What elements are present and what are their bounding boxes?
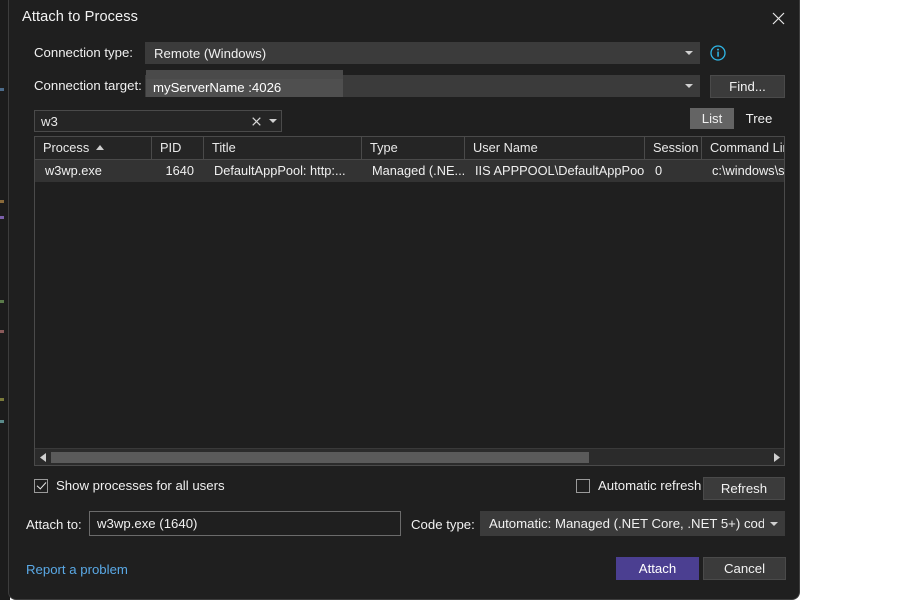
code-type-value: Automatic: Managed (.NET Core, .NET 5+) … <box>481 516 764 531</box>
scrollbar-thumb[interactable] <box>51 452 589 463</box>
checkbox-box <box>576 479 590 493</box>
refresh-button-label: Refresh <box>721 481 767 496</box>
code-type-label: Code type: <box>411 517 475 532</box>
scrollbar-track[interactable] <box>51 449 768 466</box>
connection-type-combobox[interactable]: Remote (Windows) <box>145 42 700 64</box>
column-header-session[interactable]: Session <box>645 137 702 159</box>
column-header-process[interactable]: Process <box>35 137 152 159</box>
connection-type-label: Connection type: <box>34 45 133 60</box>
automatic-refresh-checkbox[interactable]: Automatic refresh <box>576 478 701 493</box>
search-input-value: w3 <box>35 114 247 129</box>
column-header-commandline-label: Command Line <box>710 140 785 155</box>
column-header-username[interactable]: User Name <box>465 137 645 159</box>
code-type-combobox[interactable]: Automatic: Managed (.NET Core, .NET 5+) … <box>480 511 785 536</box>
refresh-button[interactable]: Refresh <box>703 477 785 500</box>
connection-type-value: Remote (Windows) <box>146 46 679 61</box>
sort-ascending-icon <box>96 145 104 150</box>
column-header-type[interactable]: Type <box>362 137 465 159</box>
report-a-problem-link[interactable]: Report a problem <box>26 562 128 577</box>
column-header-session-label: Session <box>653 140 699 155</box>
horizontal-scrollbar[interactable] <box>35 448 784 465</box>
search-input[interactable]: w3 <box>34 110 282 132</box>
attach-to-value: w3wp.exe (1640) <box>97 516 197 531</box>
view-toggle-list[interactable]: List <box>690 108 734 129</box>
attach-to-label: Attach to: <box>26 517 82 532</box>
attach-button-label: Attach <box>639 561 676 576</box>
column-header-pid-label: PID <box>160 140 181 155</box>
table-row[interactable]: w3wp.exe 1640 DefaultAppPool: http:... M… <box>35 160 784 182</box>
process-list: Process PID Title Type User Name Session <box>34 136 785 466</box>
view-toggle-tree-label: Tree <box>746 111 773 126</box>
scroll-right-icon[interactable] <box>768 449 784 466</box>
close-icon[interactable] <box>765 6 791 30</box>
column-header-process-label: Process <box>43 140 89 155</box>
column-header-commandline[interactable]: Command Line <box>702 137 785 159</box>
screen: Attach to Process Connection type: Remot… <box>0 0 912 600</box>
chevron-down-icon[interactable] <box>265 119 281 123</box>
checkbox-box <box>34 479 48 493</box>
cancel-button-label: Cancel <box>724 561 765 576</box>
connection-target-value: myServerName :4026 <box>153 79 281 97</box>
dialog-title: Attach to Process <box>22 9 138 25</box>
cell-process: w3wp.exe <box>35 160 152 182</box>
cell-username: IIS APPPOOL\DefaultAppPool <box>465 160 645 182</box>
find-button-label: Find... <box>729 79 766 94</box>
cell-commandline: c:\windows\system <box>702 160 785 182</box>
connection-target-label: Connection target: <box>34 78 142 93</box>
show-all-users-label: Show processes for all users <box>56 478 225 493</box>
show-all-users-checkbox[interactable]: Show processes for all users <box>34 478 225 493</box>
chevron-down-icon <box>679 51 699 55</box>
view-toggle-tree[interactable]: Tree <box>736 108 782 129</box>
cell-pid: 1640 <box>152 160 204 182</box>
clear-icon[interactable] <box>247 117 265 126</box>
cell-title: DefaultAppPool: http:... <box>204 160 362 182</box>
attach-button[interactable]: Attach <box>616 557 699 580</box>
column-header-type-label: Type <box>370 140 398 155</box>
cancel-button[interactable]: Cancel <box>703 557 786 580</box>
column-header-title[interactable]: Title <box>204 137 362 159</box>
chevron-down-icon <box>679 84 699 88</box>
view-toggle-list-label: List <box>702 111 723 126</box>
cell-type: Managed (.NE... <box>362 160 465 182</box>
chevron-down-icon <box>764 522 784 526</box>
column-header-username-label: User Name <box>473 140 538 155</box>
attach-to-input[interactable]: w3wp.exe (1640) <box>89 511 401 536</box>
column-header-pid[interactable]: PID <box>152 137 204 159</box>
automatic-refresh-label: Automatic refresh <box>598 478 701 493</box>
info-icon[interactable] <box>710 45 726 61</box>
scroll-left-icon[interactable] <box>35 449 51 466</box>
column-header-title-label: Title <box>212 140 236 155</box>
attach-to-process-dialog: Attach to Process Connection type: Remot… <box>8 0 800 600</box>
table-header-row: Process PID Title Type User Name Session <box>35 137 784 160</box>
find-button[interactable]: Find... <box>710 75 785 98</box>
cell-session: 0 <box>645 160 702 182</box>
